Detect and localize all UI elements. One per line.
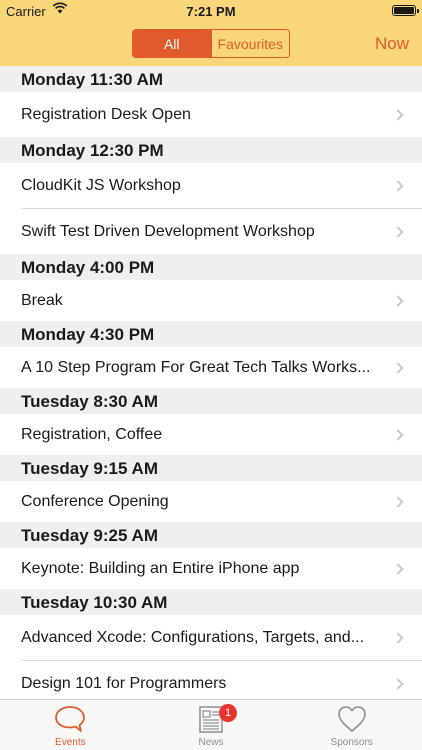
filter-segmented-control: All Favourites: [132, 29, 290, 58]
tab-label: Events: [55, 737, 86, 748]
event-title: Registration Desk Open: [21, 106, 191, 123]
section-header: Monday 11:30 AM: [0, 66, 422, 92]
battery-icon: [392, 5, 419, 16]
chevron-right-icon: [392, 562, 404, 575]
event-title: Swift Test Driven Development Workshop: [21, 223, 315, 240]
event-row[interactable]: CloudKit JS Workshop: [0, 163, 422, 208]
tab-bar: Events News Sponsors 1: [0, 699, 422, 750]
chevron-right-icon: [392, 108, 404, 121]
chevron-right-icon: [392, 225, 404, 238]
navigation-header: Carrier 7:21 PM All Favourites Now: [0, 0, 422, 66]
event-row[interactable]: Conference Opening: [0, 481, 422, 522]
section-header: Tuesday 10:30 AM: [0, 589, 422, 615]
section-header: Monday 4:00 PM: [0, 254, 422, 280]
status-time: 7:21 PM: [186, 4, 236, 19]
news-badge: 1: [219, 704, 237, 722]
event-row[interactable]: Design 101 for Programmers: [0, 661, 422, 699]
chevron-right-icon: [392, 361, 404, 374]
chevron-right-icon: [392, 677, 404, 690]
section-header: Tuesday 9:25 AM: [0, 522, 422, 548]
event-title: Advanced Xcode: Configurations, Targets,…: [21, 629, 365, 646]
event-title: A 10 Step Program For Great Tech Talks W…: [21, 359, 371, 376]
event-title: CloudKit JS Workshop: [21, 177, 181, 194]
tab-label: News: [198, 737, 224, 748]
event-row[interactable]: Keynote: Building an Entire iPhone app: [0, 548, 422, 589]
heart-icon: [337, 706, 366, 732]
event-title: Keynote: Building an Entire iPhone app: [21, 560, 300, 577]
section-header: Monday 4:30 PM: [0, 321, 422, 347]
chevron-right-icon: [392, 495, 404, 508]
tab-sponsors[interactable]: Sponsors: [281, 700, 422, 750]
event-row[interactable]: Break: [0, 280, 422, 321]
now-button[interactable]: Now: [375, 34, 409, 54]
chevron-right-icon: [392, 179, 404, 192]
event-row[interactable]: Advanced Xcode: Configurations, Targets,…: [0, 615, 422, 660]
event-title: Break: [21, 292, 63, 309]
chevron-right-icon: [392, 294, 404, 307]
event-title: Registration, Coffee: [21, 426, 163, 443]
tab-news[interactable]: News: [141, 700, 282, 750]
chevron-right-icon: [392, 631, 404, 644]
section-header: Tuesday 8:30 AM: [0, 388, 422, 414]
event-row[interactable]: A 10 Step Program For Great Tech Talks W…: [0, 347, 422, 388]
event-title: Conference Opening: [21, 493, 169, 510]
section-header: Monday 12:30 PM: [0, 137, 422, 163]
event-row[interactable]: Registration Desk Open: [0, 92, 422, 137]
segment-favourites[interactable]: Favourites: [210, 30, 290, 57]
event-title: Design 101 for Programmers: [21, 675, 227, 692]
tab-label: Sponsors: [330, 737, 373, 748]
tab-events[interactable]: Events: [0, 700, 141, 750]
event-row[interactable]: Registration, Coffee: [0, 414, 422, 455]
status-bar: Carrier 7:21 PM: [0, 0, 422, 22]
section-header: Tuesday 9:15 AM: [0, 455, 422, 481]
chevron-right-icon: [392, 428, 404, 441]
event-row[interactable]: Swift Test Driven Development Workshop: [0, 209, 422, 254]
schedule-list[interactable]: Monday 11:30 AM Registration Desk Open M…: [0, 66, 422, 699]
segment-all[interactable]: All: [133, 30, 211, 57]
speech-bubble-icon: [55, 706, 86, 732]
